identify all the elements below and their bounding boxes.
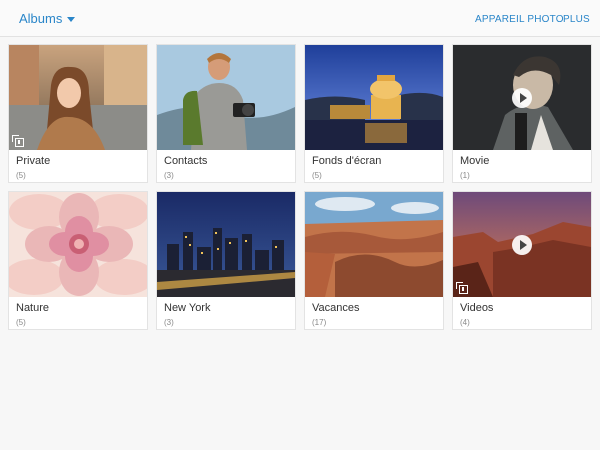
album-count: (4) <box>460 318 470 327</box>
album-thumbnail <box>453 45 591 150</box>
album-thumbnail <box>305 45 443 150</box>
album-count: (17) <box>312 318 327 327</box>
albums-dropdown-label: Albums <box>19 11 63 26</box>
album-thumbnail <box>157 45 295 150</box>
album-thumbnail <box>9 45 147 150</box>
private-album-icon <box>12 135 24 147</box>
album-name: New York <box>164 302 211 314</box>
album-count: (3) <box>164 171 174 180</box>
album-card-vacances[interactable]: Vacances (17) <box>304 191 444 330</box>
albums-dropdown[interactable]: Albums <box>19 11 76 26</box>
album-count: (5) <box>312 171 322 180</box>
album-card-new-york[interactable]: New York (3) <box>156 191 296 330</box>
more-button[interactable]: PLUS <box>563 14 590 25</box>
play-icon <box>512 88 532 108</box>
album-thumbnail <box>9 192 147 297</box>
album-count: (5) <box>16 318 26 327</box>
album-card-nature[interactable]: Nature (5) <box>8 191 148 330</box>
album-name: Videos <box>460 302 494 314</box>
album-count: (5) <box>16 171 26 180</box>
album-card-fonds-decran[interactable]: Fonds d'écran (5) <box>304 44 444 183</box>
album-count: (3) <box>164 318 174 327</box>
album-name: Movie <box>460 155 490 167</box>
album-card-movie[interactable]: Movie (1) <box>452 44 592 183</box>
album-name: Contacts <box>164 155 208 167</box>
album-name: Fonds d'écran <box>312 155 382 167</box>
album-count: (1) <box>460 171 470 180</box>
top-app-bar: Albums APPAREIL PHOTO PLUS <box>0 0 600 37</box>
album-thumbnail <box>157 192 295 297</box>
camera-button[interactable]: APPAREIL PHOTO <box>475 14 564 25</box>
album-card-private[interactable]: Private (5) <box>8 44 148 183</box>
album-name: Vacances <box>312 302 360 314</box>
album-card-videos[interactable]: Videos (4) <box>452 191 592 330</box>
caret-down-icon <box>67 16 76 22</box>
album-thumbnail <box>305 192 443 297</box>
album-thumbnail <box>453 192 591 297</box>
album-grid: Private (5) Contacts (3) Fonds d'écran (… <box>8 44 592 330</box>
album-name: Nature <box>16 302 50 314</box>
private-album-icon <box>456 282 468 294</box>
album-card-contacts[interactable]: Contacts (3) <box>156 44 296 183</box>
album-name: Private <box>16 155 51 167</box>
play-icon <box>512 235 532 255</box>
